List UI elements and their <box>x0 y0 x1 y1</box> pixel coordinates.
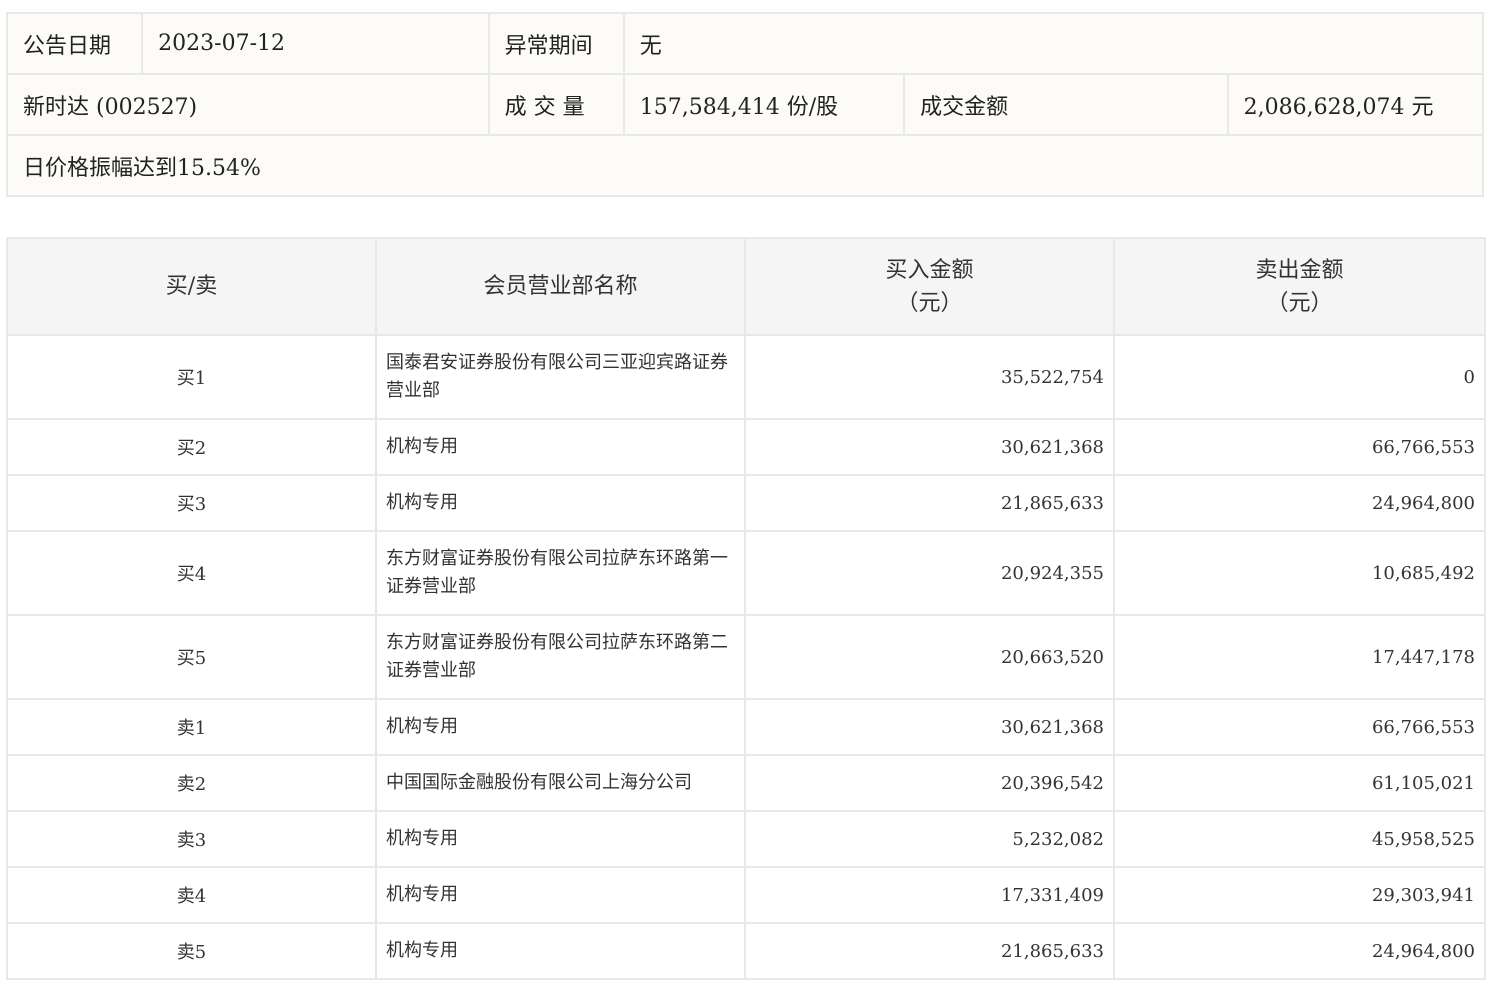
row-member: 东方财富证券股份有限公司拉萨东环路第二证券营业部 <box>375 614 746 700</box>
row-buy-amount: 20,924,355 <box>744 530 1115 616</box>
row-member: 国泰君安证券股份有限公司三亚迎宾路证券营业部 <box>375 334 746 420</box>
abnormal-period-value: 无 <box>622 12 1485 75</box>
date-value: 2023-07-12 <box>141 12 490 75</box>
row-sell-amount: 24,964,800 <box>1113 474 1486 532</box>
table-row: 买4 东方财富证券股份有限公司拉萨东环路第一证券营业部 20,924,355 1… <box>6 530 1486 616</box>
abnormal-period-label: 异常期间 <box>487 12 625 75</box>
row-buy-amount: 17,331,409 <box>744 866 1115 924</box>
row-sell-amount: 24,964,800 <box>1113 922 1486 980</box>
row-member: 东方财富证券股份有限公司拉萨东环路第一证券营业部 <box>375 530 746 616</box>
row-member: 机构专用 <box>375 866 746 924</box>
turnover-value: 2,086,628,074 元 <box>1226 73 1485 136</box>
table-row: 卖1 机构专用 30,621,368 66,766,553 <box>6 698 1486 756</box>
row-buy-amount: 30,621,368 <box>744 418 1115 476</box>
row-member: 机构专用 <box>375 474 746 532</box>
table-row: 卖5 机构专用 21,865,633 24,964,800 <box>6 922 1486 980</box>
header-side: 买/卖 <box>6 237 377 336</box>
row-side: 卖1 <box>6 698 377 756</box>
table-header-row: 买/卖 会员营业部名称 买入金额 （元） 卖出金额 （元） <box>6 237 1486 336</box>
turnover-label: 成交金额 <box>903 73 1229 136</box>
header-sell-unit: （元） <box>1266 290 1333 316</box>
table-row: 卖4 机构专用 17,331,409 29,303,941 <box>6 866 1486 924</box>
header-buy-amount-label: 买入金额 <box>885 257 974 283</box>
table-row: 买3 机构专用 21,865,633 24,964,800 <box>6 474 1486 532</box>
info-row-volume: 新时达 (002527) 成 交 量 157,584,414 份/股 成交金额 … <box>6 73 1485 136</box>
header-sell-amount-label: 卖出金额 <box>1255 257 1344 283</box>
header-member: 会员营业部名称 <box>375 237 746 336</box>
table-row: 买2 机构专用 30,621,368 66,766,553 <box>6 418 1486 476</box>
info-row-reason: 日价格振幅达到15.54% <box>6 134 1484 197</box>
info-row-date: 公告日期 2023-07-12 异常期间 无 <box>5 12 1485 75</box>
header-member-label: 会员营业部名称 <box>483 274 638 299</box>
row-buy-amount: 21,865,633 <box>744 474 1115 532</box>
row-member: 机构专用 <box>375 810 746 868</box>
row-side: 卖2 <box>6 754 377 812</box>
row-buy-amount: 30,621,368 <box>744 698 1115 756</box>
row-buy-amount: 35,522,754 <box>744 334 1115 420</box>
row-side: 卖3 <box>6 810 377 868</box>
date-label: 公告日期 <box>5 12 144 75</box>
row-side: 买1 <box>6 334 377 420</box>
row-sell-amount: 61,105,021 <box>1113 754 1486 812</box>
row-member: 机构专用 <box>375 922 746 980</box>
row-sell-amount: 0 <box>1113 334 1486 420</box>
row-side: 买4 <box>6 530 377 616</box>
row-sell-amount: 66,766,553 <box>1113 418 1486 476</box>
header-side-label: 买/卖 <box>165 274 218 299</box>
announcement-info-table: 公告日期 2023-07-12 异常期间 无 新时达 (002527) 成 交 … <box>5 12 1485 197</box>
row-buy-amount: 5,232,082 <box>744 810 1115 868</box>
header-buy-amount: 买入金额 （元） <box>744 237 1115 336</box>
row-side: 卖5 <box>6 922 377 980</box>
header-sell-amount: 卖出金额 （元） <box>1113 237 1486 336</box>
row-buy-amount: 20,663,520 <box>744 614 1115 700</box>
table-row: 买5 东方财富证券股份有限公司拉萨东环路第二证券营业部 20,663,520 1… <box>6 614 1486 700</box>
table-row: 卖3 机构专用 5,232,082 45,958,525 <box>6 810 1486 868</box>
row-side: 买2 <box>6 418 377 476</box>
header-buy-unit: （元） <box>896 290 963 316</box>
row-side: 买3 <box>6 474 377 532</box>
row-member: 机构专用 <box>375 418 746 476</box>
reason-text: 日价格振幅达到15.54% <box>6 134 1484 197</box>
row-buy-amount: 21,865,633 <box>744 922 1115 980</box>
table-row: 卖2 中国国际金融股份有限公司上海分公司 20,396,542 61,105,0… <box>6 754 1486 812</box>
table-row: 买1 国泰君安证券股份有限公司三亚迎宾路证券营业部 35,522,754 0 <box>6 334 1486 420</box>
volume-value: 157,584,414 份/股 <box>622 73 906 136</box>
row-sell-amount: 29,303,941 <box>1113 866 1486 924</box>
volume-label: 成 交 量 <box>487 73 625 136</box>
row-sell-amount: 66,766,553 <box>1113 698 1486 756</box>
row-buy-amount: 20,396,542 <box>744 754 1115 812</box>
trading-details-table: 买/卖 会员营业部名称 买入金额 （元） 卖出金额 （元） 买1 国泰君安证券股… <box>6 237 1486 980</box>
row-side: 买5 <box>6 614 377 700</box>
row-sell-amount: 17,447,178 <box>1113 614 1486 700</box>
row-sell-amount: 10,685,492 <box>1113 530 1486 616</box>
row-sell-amount: 45,958,525 <box>1113 810 1486 868</box>
row-member: 中国国际金融股份有限公司上海分公司 <box>375 754 746 812</box>
row-member: 机构专用 <box>375 698 746 756</box>
stock-name: 新时达 (002527) <box>6 73 490 136</box>
row-side: 卖4 <box>6 866 377 924</box>
